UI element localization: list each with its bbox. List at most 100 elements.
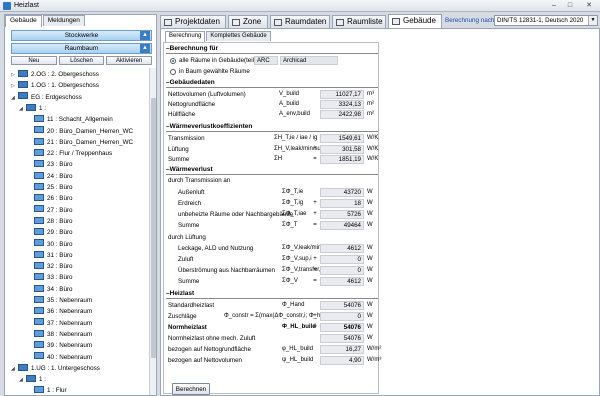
tree-node[interactable]: 37 : Nebenraum <box>27 318 93 329</box>
row-label: Normheizlast <box>168 324 207 331</box>
expand-toggle-icon[interactable]: ◢ <box>19 104 26 114</box>
row-label: Lüftung <box>168 145 189 153</box>
tree-node-label: 36 : Nebenraum <box>47 308 93 316</box>
room-icon <box>34 284 44 292</box>
row-symbol: ΣΦ_V <box>282 278 298 284</box>
radio-tree-rooms[interactable] <box>170 69 176 75</box>
row-label: Summe <box>178 278 200 285</box>
tree-node[interactable]: 26 : Büro <box>27 194 73 204</box>
row-value: 11027,17 <box>320 90 364 99</box>
floor-icon <box>26 374 36 382</box>
tab-raumdaten[interactable]: Raumdaten <box>270 15 330 28</box>
tree-node[interactable]: 32 : Büro <box>27 261 73 272</box>
row-operator <box>311 244 319 253</box>
tree-node[interactable]: ▷ 1.OG : 1. Obergeschoss <box>11 81 99 91</box>
room-icon <box>34 126 44 134</box>
close-button[interactable]: ✕ <box>578 0 600 11</box>
left-panel: Gebäude Meldungen Stockwerke ▲ Raumbaum … <box>4 14 157 396</box>
tree-scrollbar[interactable] <box>149 68 156 395</box>
row-value: 1549,61 <box>320 134 364 143</box>
berechnung-norm-select[interactable]: DIN/TS 12831-1, Deutsch 2020 ▼ <box>494 15 598 26</box>
tab-gebaeude[interactable]: Gebäude <box>5 15 42 27</box>
tree-node-label: 31 : Büro <box>47 251 73 259</box>
room-icon <box>34 160 44 168</box>
tree-node[interactable]: 20 : Büro_Damen_Herren_WC <box>27 126 133 137</box>
tree-node-label: 37 : Nebenraum <box>47 319 93 327</box>
tree-node[interactable]: 27 : Büro <box>27 205 73 216</box>
raumbaum-button[interactable]: Raumbaum ▲ <box>11 43 152 54</box>
tree-node[interactable]: 40 : Nebenraum <box>27 352 93 363</box>
row-value: 43720 <box>320 188 364 197</box>
room-icon <box>34 329 44 337</box>
radio-all-rooms[interactable] <box>170 58 176 64</box>
tree-node[interactable]: 39 : Nebenraum <box>27 341 92 351</box>
expand-toggle-icon[interactable]: ▷ <box>11 81 18 91</box>
tree-node[interactable]: 36 : Nebenraum <box>27 307 92 317</box>
expand-toggle-icon[interactable]: ▷ <box>11 70 18 80</box>
tree-node-label: 33 : Büro <box>47 274 73 282</box>
tree-node[interactable]: 29 : Büro <box>27 228 73 238</box>
tab-raumliste[interactable]: Raumliste <box>332 15 386 28</box>
tree-node[interactable]: ▷ 2.OG : 2. Obergeschoss <box>11 69 99 80</box>
tree-node-label: 40 : Nebenraum <box>47 353 93 361</box>
tree-node[interactable]: 1 : Flur <box>27 386 67 395</box>
tree-node[interactable]: ◢ 1.UG : 1. Untergeschoss <box>11 363 100 374</box>
loeschen-button[interactable]: Löschen <box>58 56 105 65</box>
row-label: Standardheizlast <box>168 302 215 309</box>
zone-name-field: Archicad <box>280 56 338 65</box>
row-operator: = <box>313 324 317 330</box>
tab-zone[interactable]: Zone <box>228 15 268 28</box>
row-label: unbeheizte Räume oder Nachbargebäude <box>178 211 294 218</box>
room-icon <box>34 295 44 303</box>
stockwerke-button[interactable]: Stockwerke ▲ <box>11 30 152 41</box>
tree-node[interactable]: 30 : Büro <box>27 239 73 250</box>
row-label: Normheizlast ohne mech. Zuluft <box>168 335 256 342</box>
tree-node[interactable]: 33 : Büro <box>27 273 73 283</box>
tree-node[interactable]: 25 : Büro <box>27 182 73 193</box>
room-icon <box>34 194 44 202</box>
tree-node[interactable]: 24 : Büro <box>27 171 73 182</box>
row-value: 2422,98 <box>320 110 364 119</box>
row-value: 54076 <box>320 301 364 310</box>
tree-node[interactable]: 23 : Büro <box>27 160 73 170</box>
tree-node[interactable]: 28 : Büro <box>27 216 73 227</box>
row-value: 4612 <box>320 277 364 286</box>
tree-node[interactable]: 35 : Nebenraum <box>27 295 92 306</box>
tab-meldungen[interactable]: Meldungen <box>42 15 85 26</box>
tree-node-label: 26 : Büro <box>47 195 73 203</box>
expand-toggle-icon[interactable]: ◢ <box>11 93 18 103</box>
row-unit: W <box>367 189 373 195</box>
tree-node[interactable]: 38 : Nebenraum <box>27 329 92 340</box>
neu-button[interactable]: Neu <box>11 56 57 65</box>
section-heizlast: –Heizlast <box>166 289 378 299</box>
tree-node[interactable]: ◢ EG : Erdgeschoss <box>11 92 82 103</box>
title-bar: Heizlast – □ ✕ <box>0 0 600 12</box>
berechnen-button[interactable]: Berechnen <box>172 383 210 395</box>
list-icon <box>336 19 344 26</box>
row-unit: W <box>367 302 373 308</box>
minimize-button[interactable]: – <box>546 0 562 11</box>
maximize-button[interactable]: □ <box>562 0 578 11</box>
scrollbar-thumb[interactable] <box>151 98 156 358</box>
expand-toggle-icon[interactable]: ◢ <box>11 364 18 374</box>
row-label: bezogen auf Nettovolumen <box>168 357 242 364</box>
tree-node[interactable]: 31 : Büro <box>27 250 73 261</box>
tree-node[interactable]: ◢ 1 : <box>19 374 46 385</box>
tab-projektdaten[interactable]: Projektdaten <box>160 15 226 28</box>
row-symbol: φ_HL_build <box>282 346 313 352</box>
tree-node-label: 30 : Büro <box>47 240 73 248</box>
subtab-komplettes-gebaeude[interactable]: Komplettes Gebäude <box>206 31 271 41</box>
tree-node[interactable]: 22 : Flur / Treppenhaus <box>27 148 112 159</box>
row-value: 16,27 <box>320 345 364 354</box>
tree-node[interactable]: 34 : Büro <box>27 284 73 295</box>
tab-gebaeude-main[interactable]: Gebäude <box>388 14 442 29</box>
tree-node[interactable]: 11 : Schacht_Allgemein <box>27 115 113 125</box>
expand-toggle-icon[interactable]: ◢ <box>19 375 26 385</box>
subtab-berechnung[interactable]: Berechnung <box>165 31 206 42</box>
room-icon <box>34 182 44 190</box>
tree-node[interactable]: ◢ 1 : <box>19 103 46 114</box>
tree-node[interactable]: 21 : Büro_Damen_Herren_WC <box>27 137 133 148</box>
row-value: 0 <box>320 312 364 321</box>
aktivieren-button[interactable]: Aktivieren <box>106 56 153 65</box>
tab-label: Raumliste <box>347 17 383 26</box>
